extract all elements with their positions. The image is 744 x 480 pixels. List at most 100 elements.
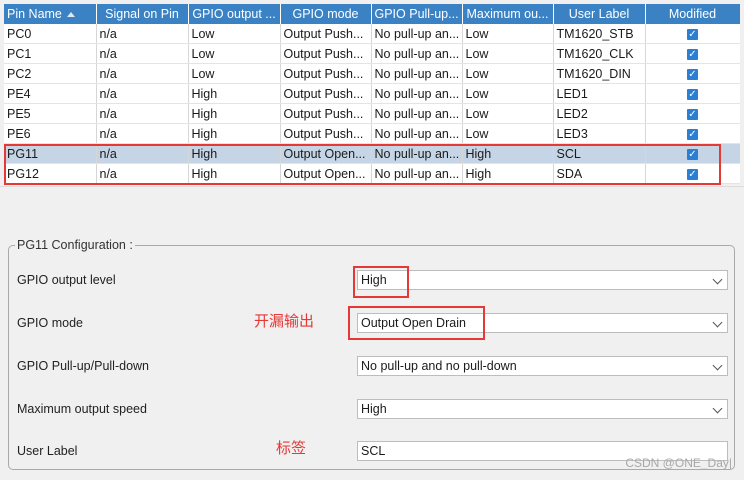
cell-mode[interactable]: Output Push... [280,123,372,144]
max-speed-select[interactable]: High [357,399,728,419]
cell-speed[interactable]: High [462,163,554,184]
column-header-signal[interactable]: Signal on Pin [96,4,189,24]
cell-pin[interactable]: PC0 [4,24,97,44]
cell-speed[interactable]: Low [462,103,554,124]
cell-modified: ✓ [645,24,740,44]
cell-output[interactable]: Low [188,63,281,84]
cell-label[interactable]: LED2 [553,103,646,124]
pull-up-down-select[interactable]: No pull-up and no pull-down [357,356,728,376]
cell-signal[interactable]: n/a [96,163,189,184]
table-row[interactable]: PE6 n/a High Output Push... No pull-up an...… [4,123,740,144]
cell-signal[interactable]: n/a [96,83,189,104]
checkmark-icon: ✓ [687,28,698,40]
cell-output[interactable]: High [188,103,281,124]
cell-pull[interactable]: No pull-up an... [371,83,463,104]
table-row[interactable]: PC2 n/a Low Output Push... No pull-up an... L… [4,63,740,84]
cell-mode[interactable]: Output Push... [280,83,372,104]
cell-pin[interactable]: PC2 [4,63,97,84]
cell-modified: ✓ [645,43,740,64]
column-header-gpio-output[interactable]: GPIO output ... [188,4,281,24]
cell-pin[interactable]: PE5 [4,103,97,124]
column-header-label: Signal on Pin [105,7,179,21]
cell-pull[interactable]: No pull-up an... [371,163,463,184]
cell-speed[interactable]: High [462,143,554,164]
cell-speed[interactable]: Low [462,43,554,64]
gpio-mode-value: Output Open Drain [361,316,466,330]
cell-signal[interactable]: n/a [96,143,189,164]
column-header-gpio-mode[interactable]: GPIO mode [280,4,372,24]
user-label-label: User Label [17,444,78,458]
chevron-down-icon[interactable] [712,317,723,328]
column-header-max-speed[interactable]: Maximum ou... [462,4,554,24]
column-header-label: Maximum ou... [466,7,549,21]
csdn-watermark: CSDN @ONE_Day| [625,456,732,470]
cell-pull[interactable]: No pull-up an... [371,123,463,144]
cell-label[interactable]: SCL [553,143,646,164]
cell-signal[interactable]: n/a [96,123,189,144]
cell-speed[interactable]: Low [462,123,554,144]
cell-mode[interactable]: Output Push... [280,63,372,84]
cell-output[interactable]: Low [188,24,281,44]
table-row[interactable]: PG11 n/a High Output Open... No pull-up an..… [4,143,740,164]
chevron-down-icon[interactable] [712,403,723,414]
sort-ascending-icon[interactable] [66,12,75,18]
cell-output[interactable]: High [188,143,281,164]
cell-mode[interactable]: Output Open... [280,143,372,164]
cell-label[interactable]: LED1 [553,83,646,104]
cell-pull[interactable]: No pull-up an... [371,143,463,164]
gpio-mode-label: GPIO mode [17,316,83,330]
cell-pin[interactable]: PE4 [4,83,97,104]
cell-pin[interactable]: PG12 [4,163,97,184]
cell-mode[interactable]: Output Open... [280,163,372,184]
cell-speed[interactable]: Low [462,24,554,44]
cell-pin[interactable]: PG11 [4,143,97,164]
output-level-label: GPIO output level [17,273,116,287]
checkmark-icon: ✓ [687,88,698,100]
cell-speed[interactable]: Low [462,83,554,104]
column-header-label: Modified [668,7,717,21]
cell-output[interactable]: High [188,163,281,184]
table-row[interactable]: PE5 n/a High Output Push... No pull-up an...… [4,103,740,124]
cell-speed[interactable]: Low [462,63,554,84]
column-header-user-label[interactable]: User Label [553,4,646,24]
cell-output[interactable]: High [188,123,281,144]
table-row[interactable]: PC0 n/a Low Output Push... No pull-up an... L… [4,24,740,44]
output-level-select[interactable]: High [357,270,728,290]
cell-pull[interactable]: No pull-up an... [371,63,463,84]
table-row[interactable]: PC1 n/a Low Output Push... No pull-up an... L… [4,43,740,64]
cell-pin[interactable]: PC1 [4,43,97,64]
cell-signal[interactable]: n/a [96,103,189,124]
column-header-modified[interactable]: Modified [645,4,740,24]
cell-label[interactable]: TM1620_CLK [553,43,646,64]
cell-pull[interactable]: No pull-up an... [371,103,463,124]
chevron-down-icon[interactable] [712,360,723,371]
table-row[interactable]: PG12 n/a High Output Open... No pull-up an..… [4,163,740,184]
max-speed-value: High [361,402,387,416]
cell-label[interactable]: SDA [553,163,646,184]
column-header-label: GPIO Pull-up... [374,7,459,21]
cell-signal[interactable]: n/a [96,63,189,84]
column-header-label: GPIO mode [292,7,359,21]
cell-output[interactable]: High [188,83,281,104]
open-drain-annotation: 开漏输出 [254,312,315,330]
cell-pull[interactable]: No pull-up an... [371,24,463,44]
cell-pull[interactable]: No pull-up an... [371,43,463,64]
table-row[interactable]: PE4 n/a High Output Push... No pull-up an...… [4,83,740,104]
cell-pin[interactable]: PE6 [4,123,97,144]
cell-modified: ✓ [645,83,740,104]
cell-signal[interactable]: n/a [96,24,189,44]
cell-mode[interactable]: Output Push... [280,24,372,44]
cell-mode[interactable]: Output Push... [280,103,372,124]
checkmark-icon: ✓ [687,128,698,140]
column-header-pin-name[interactable]: Pin Name [4,4,97,24]
cell-output[interactable]: Low [188,43,281,64]
gpio-mode-select[interactable]: Output Open Drain [357,313,728,333]
cell-mode[interactable]: Output Push... [280,43,372,64]
cell-label[interactable]: LED3 [553,123,646,144]
cell-label[interactable]: TM1620_DIN [553,63,646,84]
cell-label[interactable]: TM1620_STB [553,24,646,44]
cell-signal[interactable]: n/a [96,43,189,64]
column-header-gpio-pull[interactable]: GPIO Pull-up... [371,4,463,24]
chevron-down-icon[interactable] [712,274,723,285]
output-level-value: High [361,273,387,287]
